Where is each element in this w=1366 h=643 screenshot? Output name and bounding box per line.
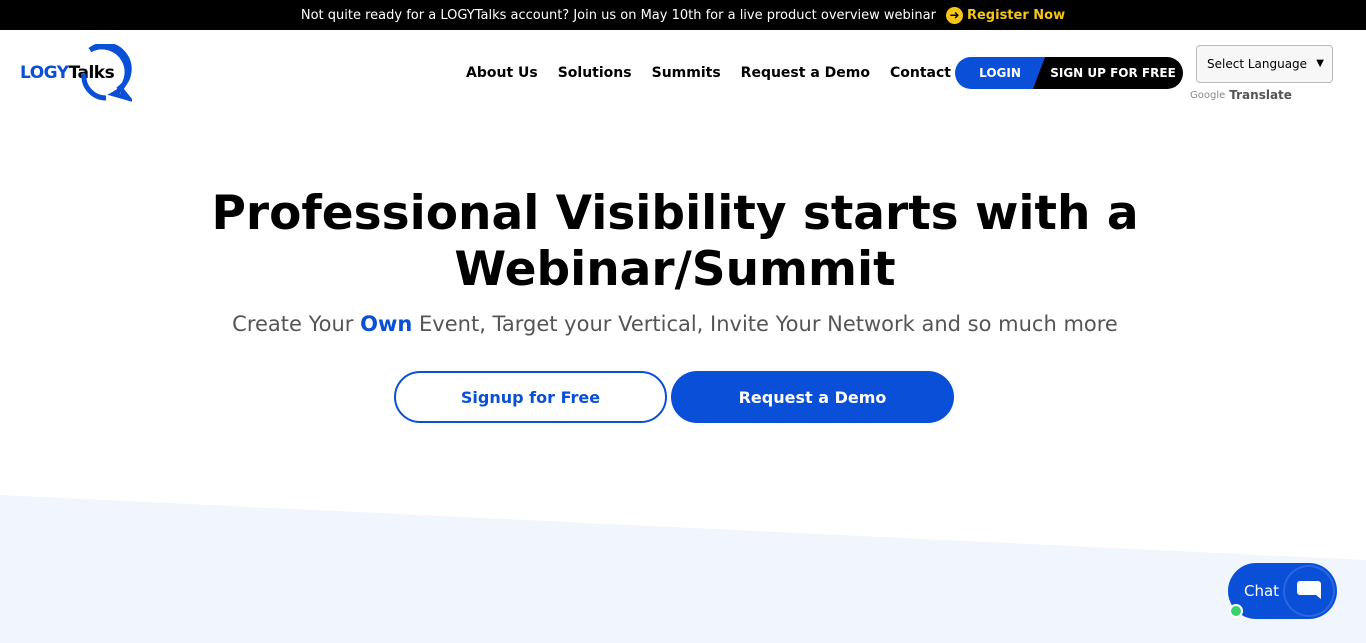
hero-sub-after: Event, Target your Vertical, Invite Your… — [419, 312, 1118, 336]
chat-bubble-icon — [1285, 567, 1333, 615]
language-select-value: Select Language — [1207, 57, 1308, 71]
chat-widget-button[interactable]: Chat — [1228, 563, 1337, 619]
chat-label: Chat — [1244, 582, 1280, 600]
google-logo: Google — [1190, 89, 1226, 101]
hero-sub-before: Create Your — [232, 312, 354, 336]
language-select[interactable]: Select Language ▼ — [1196, 45, 1333, 83]
nav-summits[interactable]: Summits — [652, 65, 721, 81]
page: Not quite ready for a LOGYTalks account?… — [0, 0, 1366, 643]
hero-title-line1: Professional Visibility starts with a — [211, 186, 1139, 241]
announcement-bar: Not quite ready for a LOGYTalks account?… — [0, 0, 1366, 30]
main-nav: About Us Solutions Summits Request a Dem… — [466, 57, 986, 89]
hero-title-line2: Webinar/Summit — [454, 242, 896, 297]
logo-part-logy: LOGY — [20, 63, 69, 83]
login-button[interactable]: LOGIN — [955, 57, 1045, 89]
logo[interactable]: LOGYTalks — [20, 44, 132, 102]
nav-about-us[interactable]: About Us — [466, 65, 538, 81]
hero-subtitle: Create Your Own Event, Target your Verti… — [0, 312, 1350, 336]
register-now-link[interactable]: ➜ Register Now — [945, 6, 1066, 24]
speech-bubble-icon — [81, 44, 132, 102]
request-demo-button[interactable]: Request a Demo — [671, 371, 954, 423]
arrow-right-circle-icon: ➜ — [945, 6, 963, 24]
hero-title: Professional Visibility starts with a We… — [0, 186, 1350, 298]
online-status-dot — [1229, 604, 1243, 618]
hero-sub-highlight: Own — [360, 312, 413, 336]
background-band — [0, 495, 1366, 643]
register-now-label: Register Now — [966, 7, 1066, 23]
signup-free-button[interactable]: Signup for Free — [394, 371, 667, 423]
nav-solutions[interactable]: Solutions — [558, 65, 632, 81]
chevron-down-icon: ▼ — [1316, 58, 1324, 69]
nav-request-demo[interactable]: Request a Demo — [741, 65, 870, 81]
announcement-message: Not quite ready for a LOGYTalks account?… — [300, 7, 936, 23]
site-header: LOGYTalks About Us Solutions Summits Req… — [0, 30, 1366, 116]
auth-buttons: LOGIN SIGN UP FOR FREE — [955, 57, 1183, 89]
translate-label: Translate — [1229, 88, 1292, 102]
signup-button[interactable]: SIGN UP FOR FREE — [1033, 57, 1183, 89]
google-translate-credit[interactable]: Google Translate — [1190, 88, 1292, 102]
